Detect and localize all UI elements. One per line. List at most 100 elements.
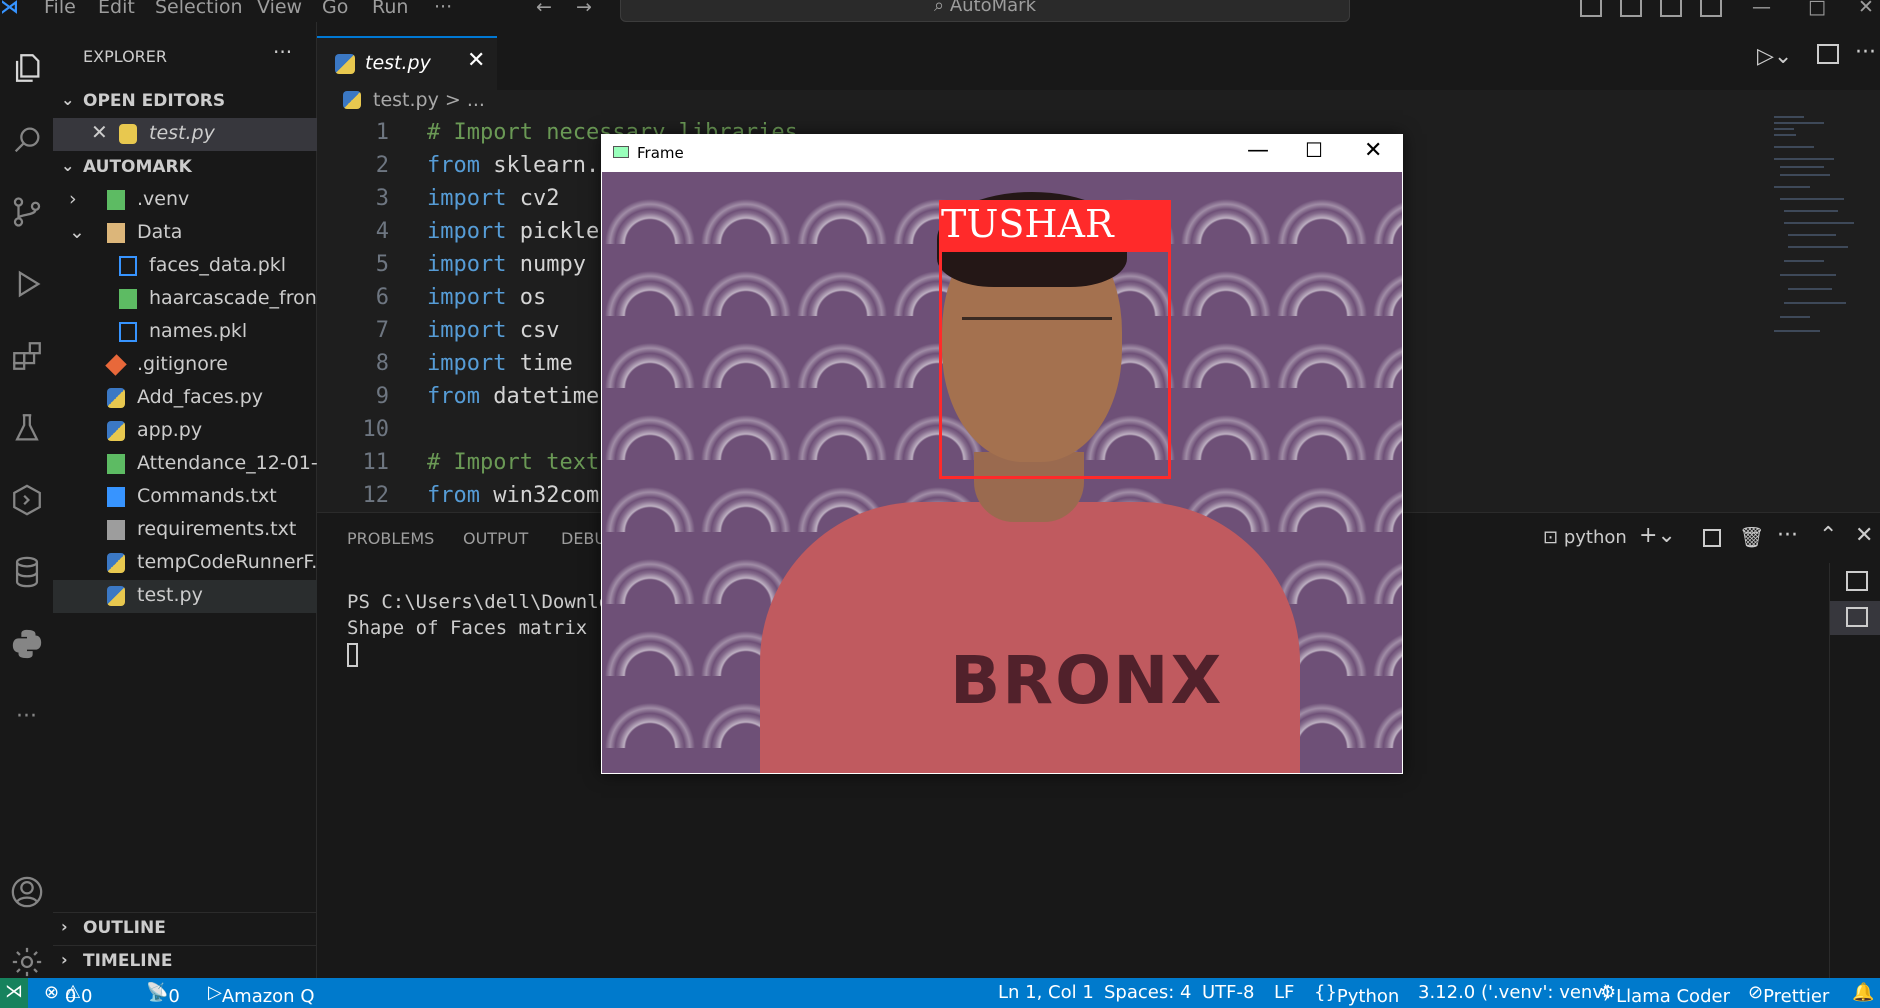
indentation[interactable]: Spaces: 4: [1104, 982, 1191, 1003]
tree-item-label: test.py: [137, 584, 203, 606]
tree-item-gitignore[interactable]: .gitignore: [53, 349, 317, 382]
back-arrow-icon[interactable]: ←: [536, 0, 552, 18]
tree-item-requirements[interactable]: requirements.txt: [53, 514, 317, 547]
llama-coder-status[interactable]: ⚙ Llama Coder: [1600, 982, 1730, 1007]
tree-item-app[interactable]: app.py: [53, 415, 317, 448]
menu-more[interactable]: ···: [434, 0, 452, 18]
amazon-q-status[interactable]: ▷ Amazon Q: [208, 982, 314, 1007]
python-icon: [107, 586, 125, 606]
run-debug-icon[interactable]: [0, 254, 53, 314]
command-center-search[interactable]: ⌕ AutoMark: [620, 0, 1350, 22]
terminal-instance-icon[interactable]: [1846, 571, 1868, 591]
menu-selection[interactable]: Selection: [155, 0, 243, 18]
python-icon: [107, 388, 125, 408]
timeline-section[interactable]: › TIMELINE: [53, 945, 317, 975]
testing-icon[interactable]: [0, 398, 53, 458]
tree-item-label: .venv: [137, 188, 190, 210]
tree-item-data-folder[interactable]: ⌄ Data: [53, 217, 317, 250]
cursor-position[interactable]: Ln 1, Col 1: [998, 982, 1094, 1003]
opencv-frame-window[interactable]: Frame — ☐ ✕ BRONX TUSHAR: [601, 134, 1403, 774]
close-window-icon[interactable]: ✕: [1858, 0, 1874, 18]
window-app-icon: [613, 146, 629, 158]
tree-item-attendance[interactable]: Attendance_12-01-...: [53, 448, 317, 481]
menu-run[interactable]: Run: [372, 0, 408, 18]
frame-close-icon[interactable]: ✕: [1364, 138, 1382, 163]
menu-go[interactable]: Go: [322, 0, 348, 18]
tree-item-label: names.pkl: [149, 320, 248, 342]
split-editor-icon[interactable]: [1817, 44, 1839, 64]
run-file-icon[interactable]: ▷⌄: [1757, 44, 1792, 69]
close-icon[interactable]: ✕: [91, 120, 108, 144]
tree-item-label: faces_data.pkl: [149, 254, 287, 276]
language-mode[interactable]: {} Python: [1314, 982, 1399, 1007]
line-ending[interactable]: LF: [1274, 982, 1294, 1003]
source-control-icon[interactable]: [0, 182, 53, 242]
tree-item-commands[interactable]: Commands.txt: [53, 481, 317, 514]
problems-status[interactable]: ⊗ 0 ⚠ 0: [44, 982, 92, 1007]
close-tab-icon[interactable]: ✕: [467, 48, 485, 73]
explorer-icon[interactable]: [0, 38, 53, 98]
terminal-instance-icon[interactable]: [1846, 607, 1868, 627]
minimap[interactable]: [1770, 110, 1860, 350]
open-editors-section[interactable]: ⌄ OPEN EDITORS: [53, 86, 317, 116]
menu-edit[interactable]: Edit: [98, 0, 135, 18]
split-terminal-icon[interactable]: [1703, 529, 1721, 547]
toggle-panel-icon[interactable]: [1620, 0, 1642, 17]
toggle-sidebar-icon[interactable]: [1580, 0, 1602, 17]
notifications-bell-icon[interactable]: 🔔: [1852, 982, 1874, 1003]
prettier-status[interactable]: ⊘ Prettier: [1748, 982, 1829, 1007]
panel-more-icon[interactable]: ···: [1777, 523, 1798, 548]
trash-icon[interactable]: 🗑: [1739, 525, 1764, 549]
frame-titlebar[interactable]: Frame — ☐ ✕: [601, 134, 1403, 172]
terminal-selector[interactable]: ⊡ python: [1543, 527, 1627, 548]
database-icon[interactable]: [0, 542, 53, 602]
python-file-icon: [119, 124, 137, 144]
more-views-icon[interactable]: ···: [0, 686, 53, 746]
menu-file[interactable]: File: [44, 0, 76, 18]
encoding[interactable]: UTF-8: [1202, 982, 1254, 1003]
tree-item-label: .gitignore: [137, 353, 228, 375]
menu-view[interactable]: View: [257, 0, 302, 18]
extensions-icon[interactable]: [0, 326, 53, 386]
ports-status[interactable]: 📡 0: [146, 982, 180, 1007]
terminal-cursor: [347, 642, 358, 667]
tab-problems[interactable]: PROBLEMS: [347, 529, 434, 548]
new-terminal-icon[interactable]: +⌄: [1639, 523, 1676, 548]
frame-maximize-icon[interactable]: ☐: [1305, 138, 1323, 162]
tree-item-add-faces[interactable]: Add_faces.py: [53, 382, 317, 415]
tree-item-test[interactable]: test.py: [53, 580, 317, 613]
tab-test-py[interactable]: test.py ✕: [317, 36, 497, 92]
timeline-label: TIMELINE: [83, 951, 173, 971]
maximize-window-icon[interactable]: □: [1808, 0, 1826, 18]
search-label: AutoMark: [949, 0, 1036, 16]
customize-layout-icon[interactable]: [1700, 0, 1722, 17]
frame-minimize-icon[interactable]: —: [1247, 138, 1269, 163]
tree-item-label: Commands.txt: [137, 485, 277, 507]
python-icon[interactable]: [0, 614, 53, 674]
outline-section[interactable]: › OUTLINE: [53, 912, 317, 942]
terminal-output[interactable]: PS C:\Users\dell\Downlo Shape of Faces ma…: [347, 589, 610, 667]
tree-item-label: Add_faces.py: [137, 386, 263, 408]
minimize-window-icon[interactable]: —: [1752, 0, 1771, 18]
search-icon[interactable]: [0, 110, 53, 170]
python-interpreter[interactable]: 3.12.0 ('.venv': venv): [1418, 982, 1610, 1003]
editor-more-actions-icon[interactable]: ···: [1855, 40, 1876, 65]
tab-debug-console[interactable]: DEBU: [561, 529, 606, 548]
toggle-secondary-sidebar-icon[interactable]: [1660, 0, 1682, 17]
forward-arrow-icon[interactable]: →: [576, 0, 592, 18]
tree-item-label: app.py: [137, 419, 203, 441]
remote-indicator-icon[interactable]: ⋊: [0, 978, 28, 1008]
maximize-panel-icon[interactable]: ⌃: [1819, 523, 1837, 548]
tree-item-haarcascade[interactable]: haarcascade_fron...: [53, 283, 317, 316]
tree-item-venv[interactable]: › .venv: [53, 184, 317, 217]
tree-item-names[interactable]: names.pkl: [53, 316, 317, 349]
tree-item-faces-data[interactable]: faces_data.pkl: [53, 250, 317, 283]
remote-explorer-icon[interactable]: [0, 470, 53, 530]
explorer-more-actions[interactable]: ···: [273, 40, 292, 64]
project-section[interactable]: ⌄ AUTOMARK: [53, 152, 317, 182]
tree-item-tempcoderunner[interactable]: tempCodeRunnerF...: [53, 547, 317, 580]
account-icon[interactable]: [0, 862, 53, 922]
tab-output[interactable]: OUTPUT: [463, 529, 528, 548]
open-editor-item[interactable]: ✕ test.py: [53, 118, 317, 151]
close-panel-icon[interactable]: ✕: [1855, 523, 1873, 548]
